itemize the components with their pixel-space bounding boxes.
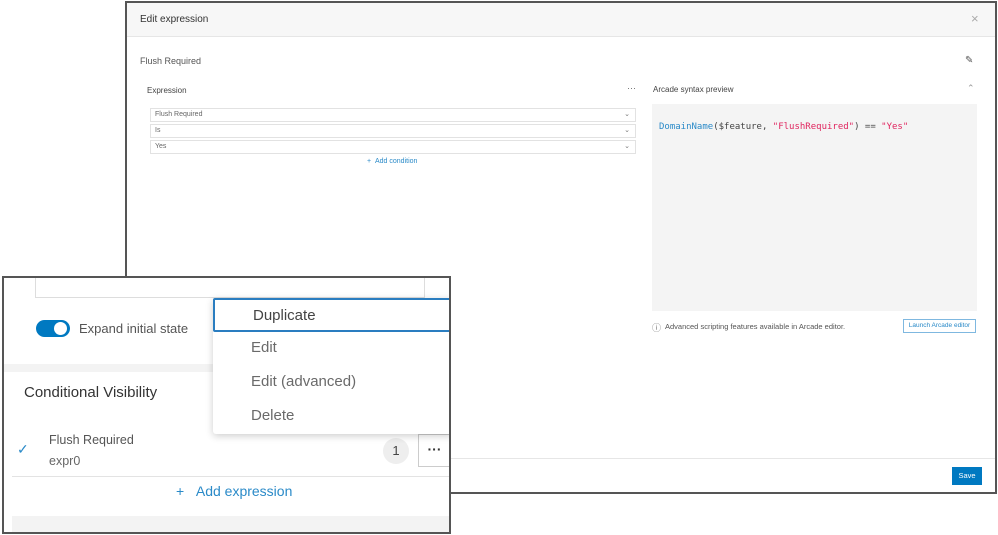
bottom-band bbox=[12, 516, 449, 532]
menu-item-edit[interactable]: Edit bbox=[213, 332, 449, 366]
section-title: Conditional Visibility bbox=[24, 384, 158, 401]
help-text: Advanced scripting features available in… bbox=[665, 322, 846, 331]
launch-arcade-editor-button[interactable]: Launch Arcade editor bbox=[903, 319, 976, 333]
code-operator: ) == bbox=[854, 122, 882, 132]
close-icon[interactable]: × bbox=[971, 11, 979, 26]
expression-label: Expression bbox=[147, 86, 187, 95]
help-icon: ⓘ bbox=[652, 323, 662, 333]
chevron-down-icon: ⌄ bbox=[624, 127, 630, 134]
form-panel-inset: Expand initial state Conditional Visibil… bbox=[2, 276, 451, 534]
expand-toggle[interactable] bbox=[36, 320, 70, 337]
item-more-button[interactable]: ··· bbox=[418, 434, 449, 467]
menu-item-edit-advanced[interactable]: Edit (advanced) bbox=[213, 366, 449, 400]
more-options-icon[interactable]: ··· bbox=[627, 83, 636, 93]
plus-icon: + bbox=[176, 483, 185, 499]
menu-item-duplicate[interactable]: Duplicate bbox=[213, 298, 449, 332]
list-divider bbox=[12, 476, 449, 477]
menu-item-delete[interactable]: Delete bbox=[213, 400, 449, 434]
check-icon: ✓ bbox=[17, 441, 29, 457]
add-expression-label: Add expression bbox=[195, 483, 293, 499]
add-condition-label: Add condition bbox=[375, 158, 418, 165]
code-line: DomainName($feature, "FlushRequired") ==… bbox=[659, 122, 908, 132]
operator-value: Is bbox=[155, 127, 161, 134]
field-select[interactable]: Flush Required ⌄ bbox=[150, 108, 636, 122]
field-value: Flush Required bbox=[155, 111, 203, 118]
value-value: Yes bbox=[155, 143, 167, 150]
chevron-down-icon: ⌄ bbox=[624, 143, 630, 150]
code-string: "FlushRequired" bbox=[772, 122, 855, 132]
item-context-menu: Duplicate Edit Edit (advanced) Delete bbox=[213, 298, 449, 434]
code-function: DomainName bbox=[659, 122, 714, 132]
code-string: "Yes" bbox=[881, 122, 909, 132]
code-preview: DomainName($feature, "FlushRequired") ==… bbox=[652, 104, 977, 311]
chevron-down-icon: ⌄ bbox=[624, 111, 630, 118]
item-subtitle: expr0 bbox=[49, 454, 81, 468]
chevron-up-icon[interactable]: ⌃ bbox=[967, 83, 975, 94]
expression-name: Flush Required bbox=[140, 56, 202, 66]
dialog-title: Edit expression bbox=[140, 14, 209, 25]
add-expression-button[interactable]: + Add expression bbox=[176, 483, 292, 499]
dialog-header: Edit expression × bbox=[127, 3, 995, 37]
add-condition-button[interactable]: + Add condition bbox=[367, 158, 417, 165]
save-button[interactable]: Save bbox=[952, 467, 982, 485]
text-area[interactable] bbox=[35, 278, 425, 298]
more-options-icon: ··· bbox=[427, 441, 442, 457]
preview-label: Arcade syntax preview bbox=[653, 85, 734, 94]
item-title: Flush Required bbox=[49, 433, 134, 447]
code-args: ($feature, bbox=[713, 122, 773, 132]
operator-select[interactable]: Is ⌄ bbox=[150, 124, 636, 138]
pencil-icon[interactable]: ✎ bbox=[965, 55, 973, 66]
count-badge: 1 bbox=[383, 438, 409, 464]
value-select[interactable]: Yes ⌄ bbox=[150, 140, 636, 154]
toggle-label: Expand initial state bbox=[79, 321, 189, 336]
plus-icon: + bbox=[367, 158, 374, 165]
